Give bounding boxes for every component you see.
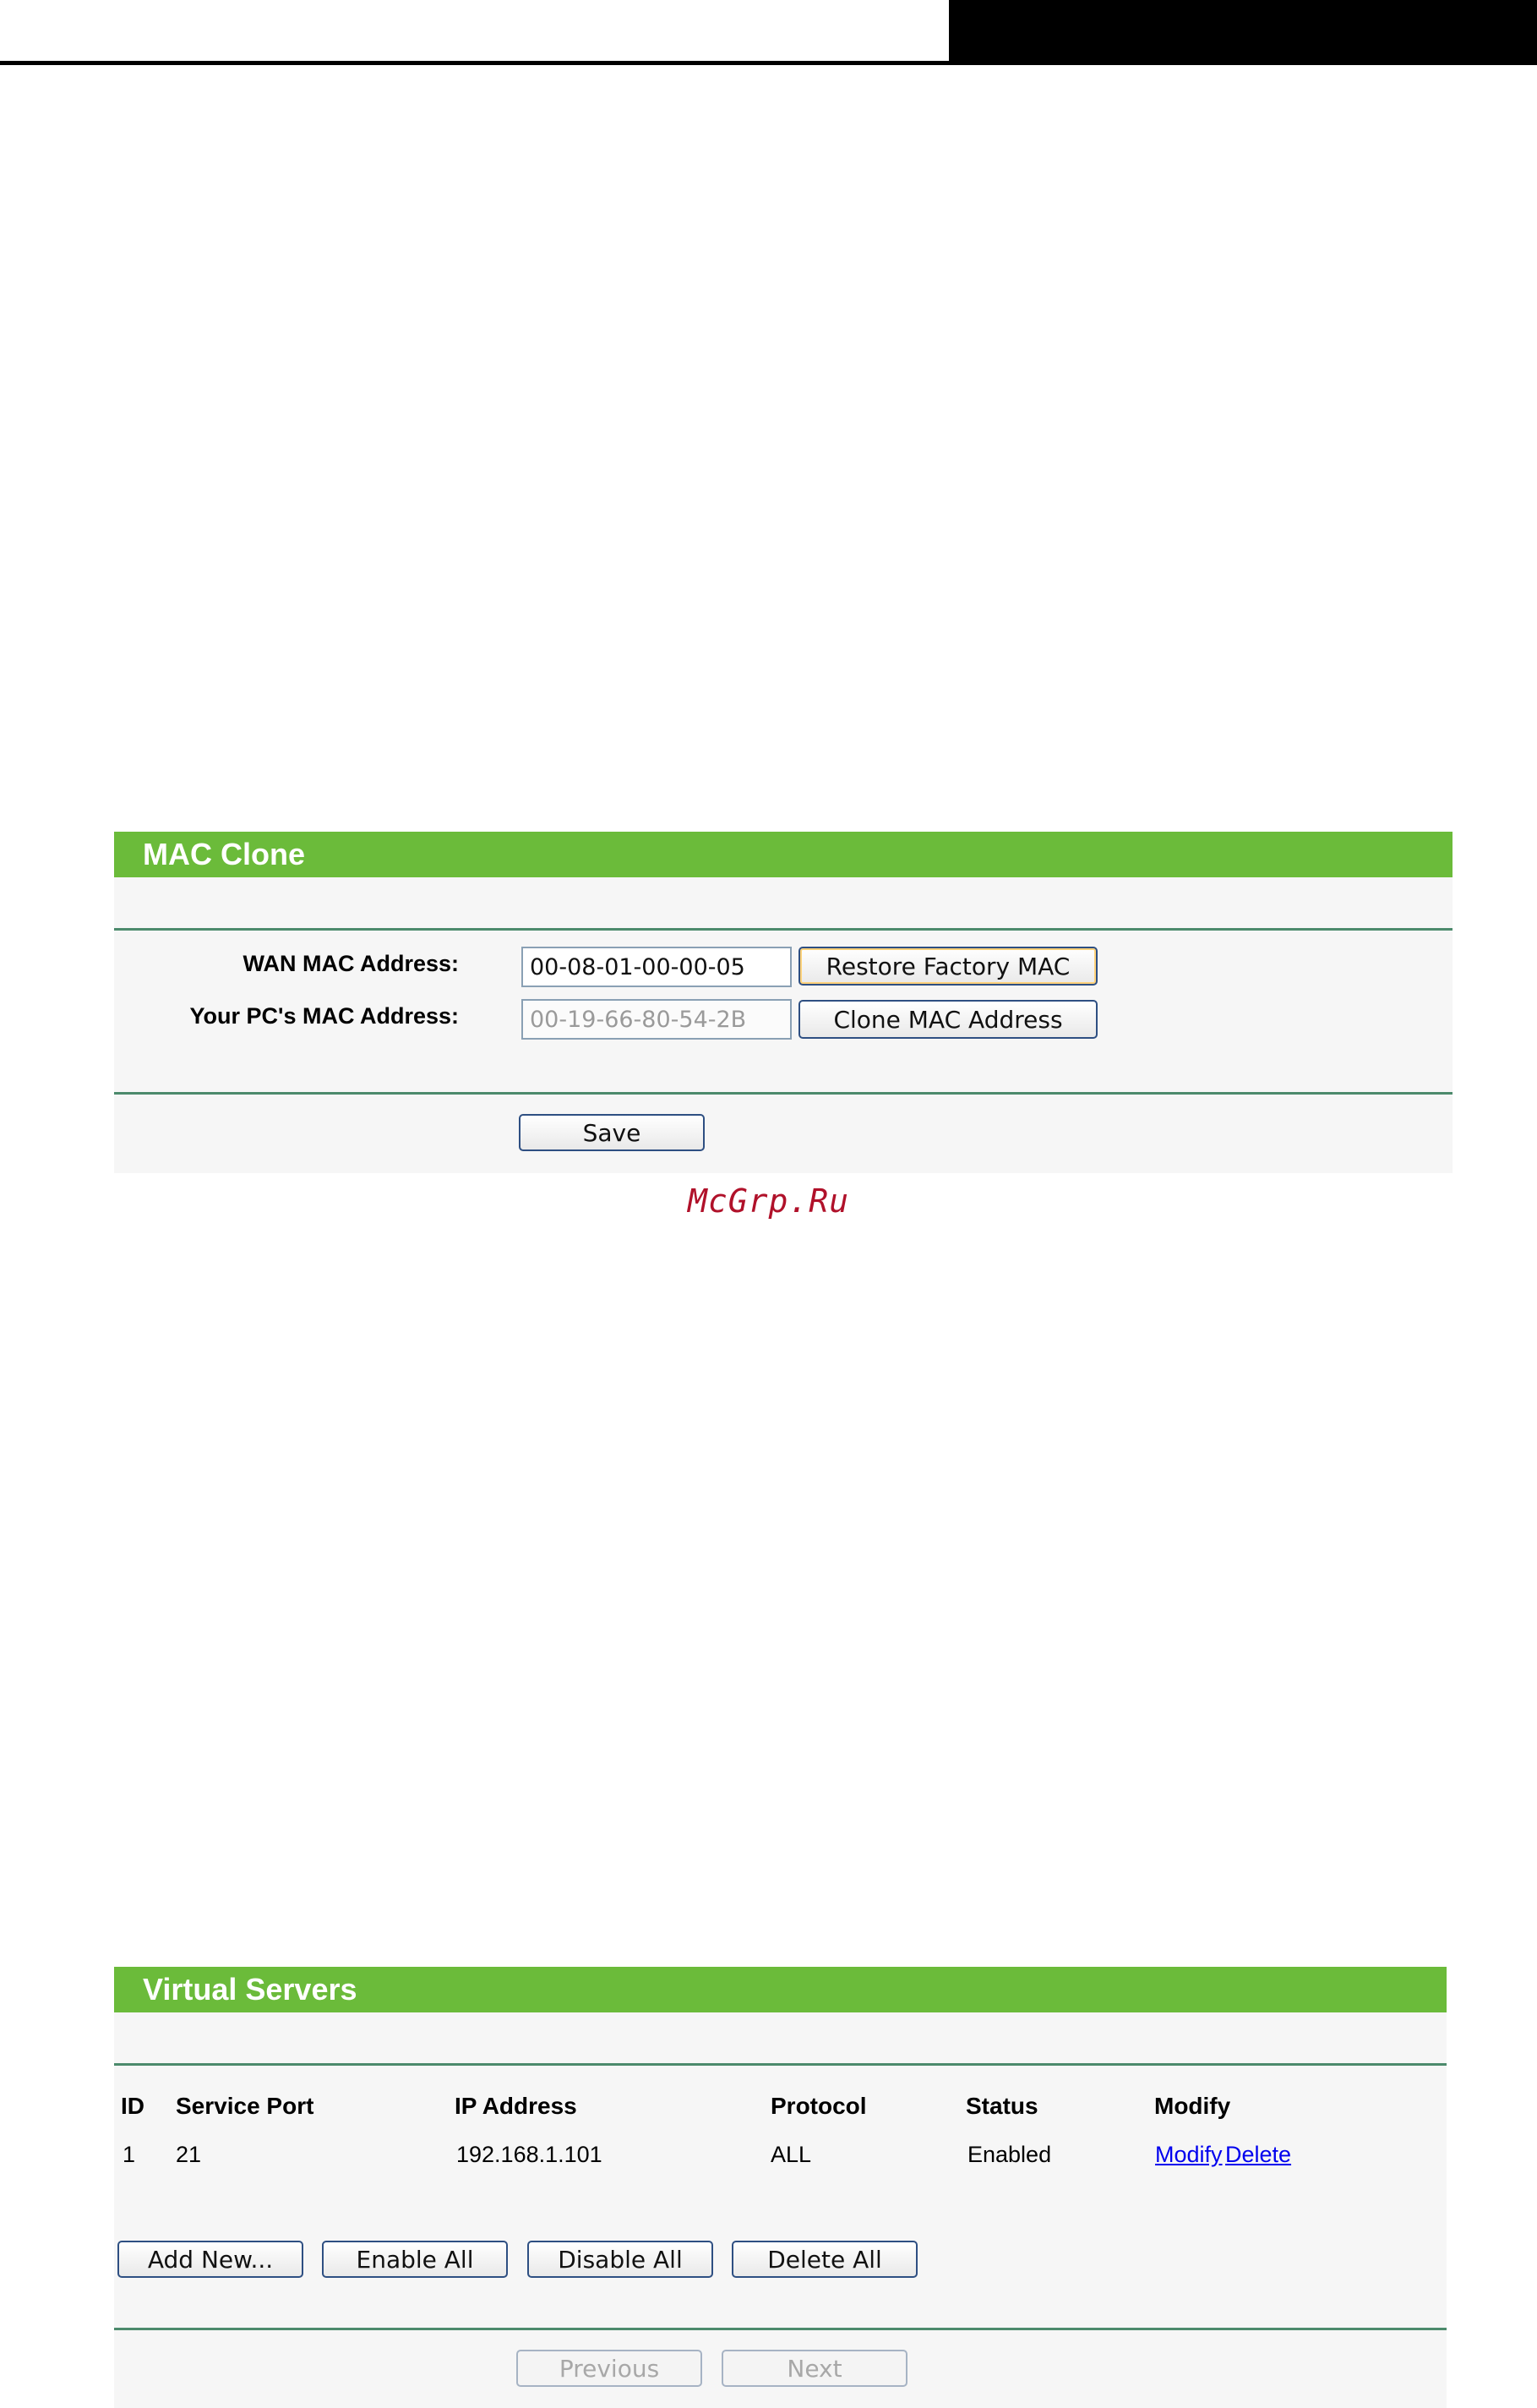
- column-header-status: Status: [966, 2093, 1038, 2119]
- virtual-servers-panel: Virtual Servers ID Service Port IP Addre…: [114, 1967, 1447, 2408]
- restore-factory-mac-button[interactable]: Restore Factory MAC: [798, 947, 1098, 986]
- row-status: Enabled: [967, 2142, 1052, 2167]
- virtual-servers-title: Virtual Servers: [114, 1967, 1447, 2012]
- pc-mac-field[interactable]: 00-19-66-80-54-2B: [521, 999, 792, 1040]
- add-new-button[interactable]: Add New...: [117, 2241, 303, 2278]
- column-header-id: ID: [121, 2093, 144, 2119]
- modify-link[interactable]: Modify: [1155, 2142, 1223, 2168]
- divider: [114, 1092, 1453, 1095]
- next-button[interactable]: Next: [722, 2350, 907, 2387]
- row-ip-address: 192.168.1.101: [456, 2142, 602, 2167]
- previous-button[interactable]: Previous: [516, 2350, 702, 2387]
- row-service-port: 21: [176, 2142, 202, 2167]
- row-protocol: ALL: [771, 2142, 812, 2167]
- mac-clone-panel: MAC Clone WAN MAC Address: 00-08-01-00-0…: [114, 832, 1453, 1173]
- column-header-protocol: Protocol: [771, 2093, 867, 2119]
- wan-mac-field[interactable]: 00-08-01-00-00-05: [521, 947, 792, 987]
- header-block: [949, 0, 1537, 65]
- clone-mac-address-button[interactable]: Clone MAC Address: [798, 1000, 1098, 1039]
- delete-link[interactable]: Delete: [1225, 2142, 1291, 2168]
- wan-mac-label: WAN MAC Address:: [243, 951, 459, 976]
- enable-all-button[interactable]: Enable All: [322, 2241, 508, 2278]
- column-header-ip-address: IP Address: [455, 2093, 577, 2119]
- mac-clone-title: MAC Clone: [114, 832, 1453, 877]
- delete-all-button[interactable]: Delete All: [732, 2241, 918, 2278]
- divider: [114, 2063, 1447, 2066]
- watermark-text: McGrp.Ru: [687, 1182, 850, 1220]
- row-id: 1: [123, 2142, 136, 2167]
- save-button[interactable]: Save: [519, 1114, 705, 1151]
- disable-all-button[interactable]: Disable All: [527, 2241, 713, 2278]
- column-header-modify: Modify: [1154, 2093, 1231, 2119]
- divider: [114, 928, 1453, 931]
- column-header-service-port: Service Port: [176, 2093, 314, 2119]
- divider: [114, 2328, 1447, 2330]
- pc-mac-label: Your PC's MAC Address:: [189, 1003, 459, 1029]
